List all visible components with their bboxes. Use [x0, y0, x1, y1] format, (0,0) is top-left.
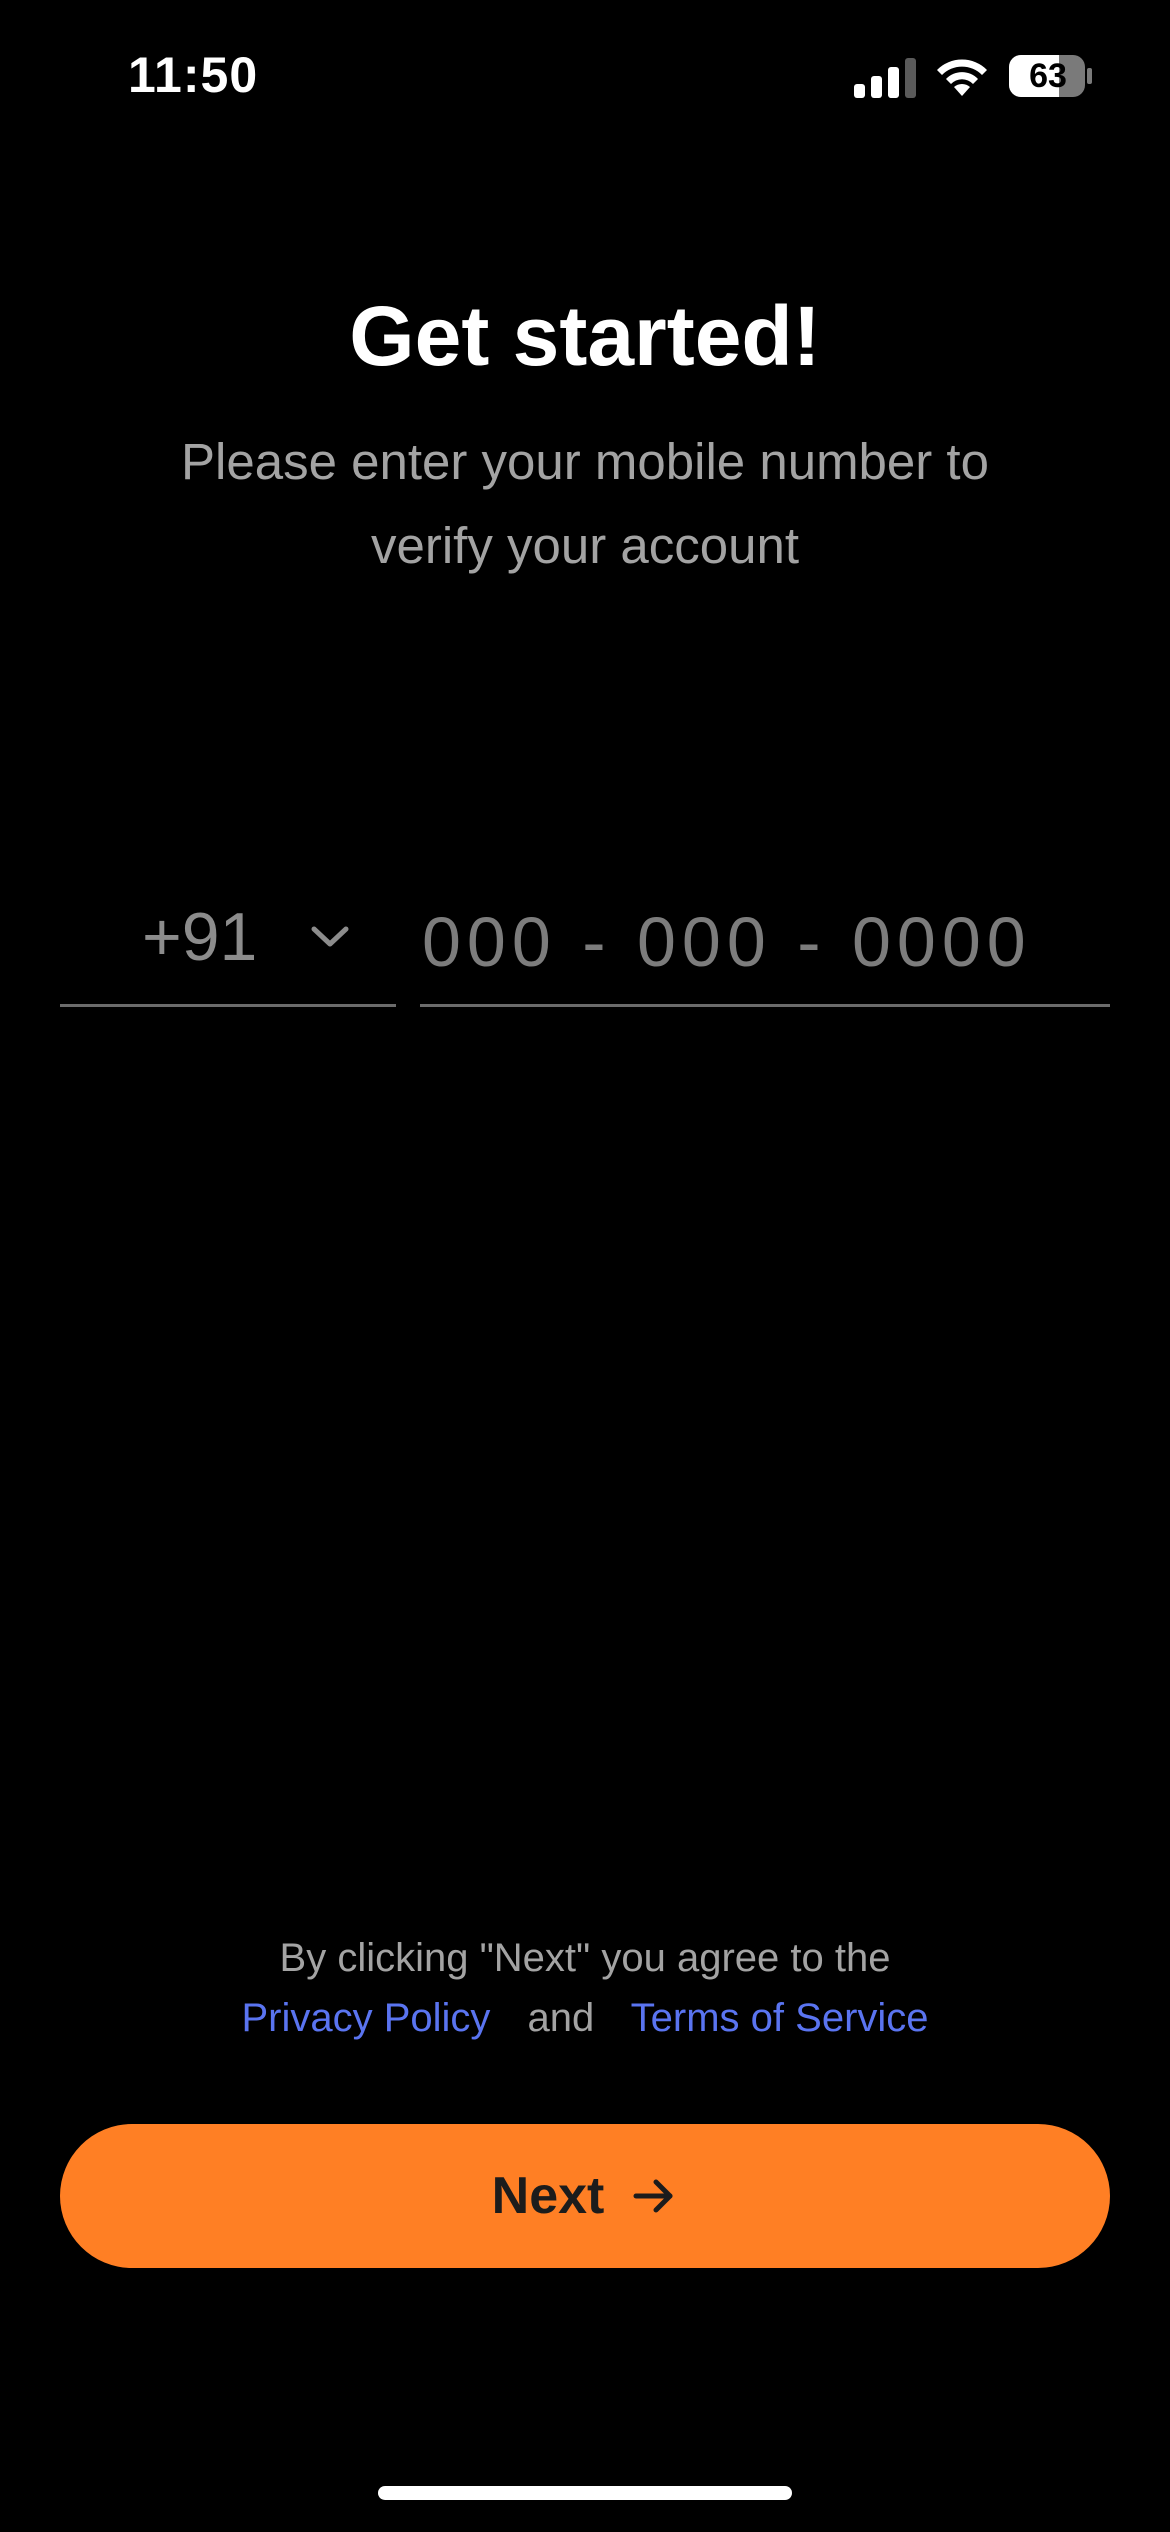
page-subtitle: Please enter your mobile number to verif… — [181, 433, 989, 574]
status-time: 11:50 — [128, 47, 259, 103]
terms-links: Privacy Policy and Terms of Service — [0, 1996, 1170, 2041]
country-code-select[interactable]: +91 — [60, 880, 396, 1007]
arrow-right-icon — [633, 2179, 673, 2213]
page-title: Get started! — [349, 289, 821, 383]
next-button-label: Next — [491, 2167, 605, 2225]
chevron-down-icon — [311, 926, 349, 947]
next-button[interactable]: Next — [60, 2124, 1110, 2268]
status-bar: 11:50 63 — [0, 0, 1170, 150]
phone-number-input[interactable] — [420, 880, 1110, 1004]
wifi-icon — [937, 59, 987, 96]
battery-level: 63 — [1029, 57, 1067, 95]
terms-agreement-text: By clicking "Next" you agree to the — [279, 1936, 891, 1980]
home-indicator[interactable] — [378, 2486, 792, 2500]
phone-field — [420, 880, 1110, 1007]
terms-of-service-link[interactable]: Terms of Service — [631, 1996, 929, 2040]
cellular-signal-icon — [854, 58, 916, 98]
terms-and-text: and — [527, 1996, 595, 2040]
privacy-policy-link[interactable]: Privacy Policy — [241, 1996, 490, 2040]
country-code-value: +91 — [142, 899, 258, 975]
